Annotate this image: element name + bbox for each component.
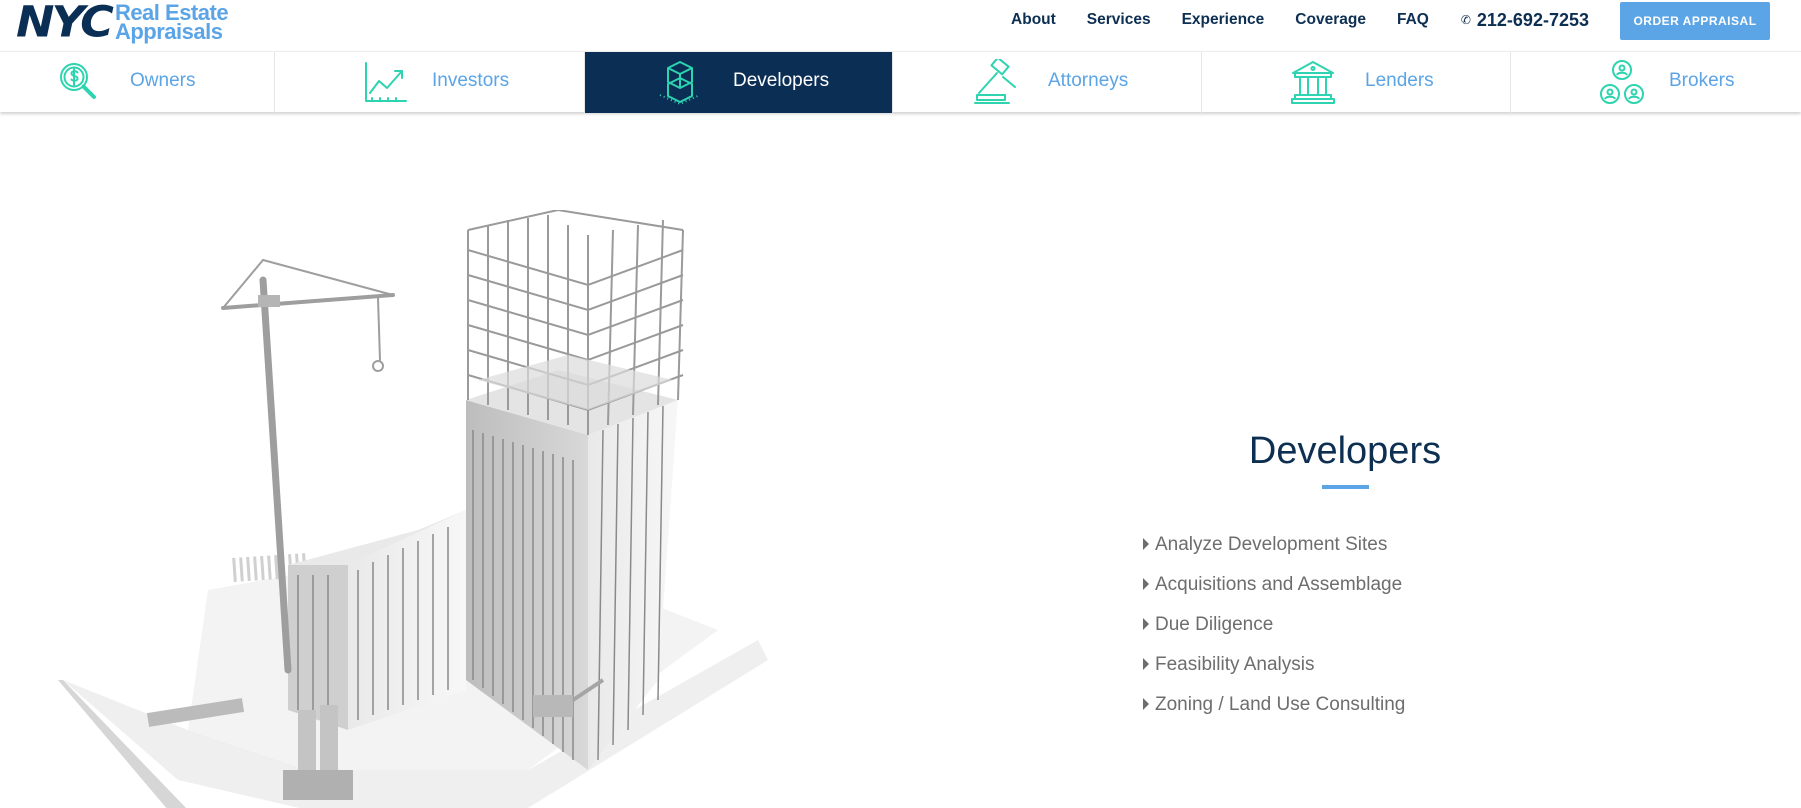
list-item-label: Analyze Development Sites (1155, 534, 1388, 555)
caret-right-icon (1143, 698, 1149, 710)
list-item: Acquisitions and Assemblage (1143, 565, 1590, 605)
nav-coverage[interactable]: Coverage (1295, 11, 1366, 29)
section-title: Developers (1248, 430, 1442, 472)
order-appraisal-button[interactable]: ORDER APPRAISAL (1620, 2, 1770, 40)
main-nav: About Services Experience Coverage FAQ ✆… (980, 0, 1770, 40)
nav-services[interactable]: Services (1087, 11, 1151, 29)
list-item: Zoning / Land Use Consulting (1143, 685, 1590, 725)
list-item: Analyze Development Sites (1143, 525, 1590, 565)
tab-label: Lenders (1365, 70, 1434, 91)
nav-about[interactable]: About (1011, 11, 1056, 29)
site-logo[interactable]: NYC Real Estate Appraisals (16, 0, 229, 47)
title-underline (1321, 485, 1369, 489)
tab-label: Attorneys (1048, 70, 1129, 91)
growth-chart-icon (365, 62, 407, 102)
tab-lenders[interactable]: Lenders (1202, 52, 1511, 113)
site-header: NYC Real Estate Appraisals About Service… (0, 0, 1801, 51)
phone-number: 212-692-7253 (1476, 9, 1589, 30)
caret-right-icon (1143, 618, 1149, 630)
logo-line-2: Appraisals (114, 19, 223, 44)
people-network-icon (1600, 60, 1644, 104)
tab-investors[interactable]: Investors (275, 52, 585, 113)
gavel-icon (974, 59, 1016, 104)
tab-brokers[interactable]: Brokers (1511, 52, 1801, 113)
caret-right-icon (1143, 578, 1149, 590)
list-item-label: Due Diligence (1155, 614, 1274, 635)
list-item-label: Zoning / Land Use Consulting (1155, 694, 1406, 715)
bank-icon (1291, 61, 1335, 104)
nav-faq[interactable]: FAQ (1397, 11, 1429, 29)
tab-label: Developers (733, 70, 830, 91)
services-list: Analyze Development Sites Acquisitions a… (1100, 525, 1590, 725)
logo-text: Real Estate Appraisals (114, 2, 229, 44)
tab-developers[interactable]: Developers (585, 52, 893, 113)
logo-mark: NYC (16, 0, 114, 47)
tab-label: Brokers (1669, 70, 1735, 91)
phone-icon: ✆ (1460, 13, 1471, 27)
list-item-label: Feasibility Analysis (1155, 654, 1315, 675)
audience-tabs: Owners Investors Developers Attorneys Le… (0, 51, 1801, 113)
caret-right-icon (1143, 538, 1149, 550)
magnifier-dollar-icon (60, 63, 96, 99)
tab-owners[interactable]: Owners (0, 52, 275, 113)
developers-section: Developers Analyze Development Sites Acq… (1100, 430, 1590, 725)
nav-experience[interactable]: Experience (1182, 11, 1265, 29)
list-item: Feasibility Analysis (1143, 645, 1590, 685)
list-item-label: Acquisitions and Assemblage (1155, 574, 1403, 595)
construction-illustration (58, 210, 768, 808)
tab-attorneys[interactable]: Attorneys (893, 52, 1202, 113)
tab-label: Investors (432, 70, 510, 91)
cube-building-icon (659, 61, 701, 105)
list-item: Due Diligence (1143, 605, 1590, 645)
phone-link[interactable]: ✆ 212-692-7253 (1461, 10, 1589, 31)
tab-label: Owners (130, 70, 196, 91)
caret-right-icon (1143, 658, 1149, 670)
